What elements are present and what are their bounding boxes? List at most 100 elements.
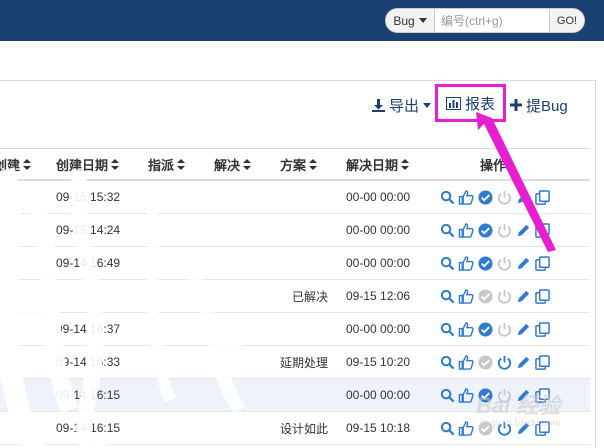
confirm-button[interactable] (457, 320, 475, 338)
edit-button[interactable] (514, 419, 532, 437)
report-button[interactable]: 报表 (435, 84, 506, 122)
table-row[interactable]: 09-14 16:33 延期处理 09-15 10:20 (0, 346, 590, 379)
table-row[interactable]: 09-15 14:24 00-00 00:00 (0, 214, 590, 247)
view-button[interactable] (438, 221, 456, 239)
resolution-cell (274, 181, 328, 213)
created-date-cell: 09-14 16:15 (56, 388, 121, 402)
copy-icon (534, 387, 550, 403)
thumbs-up-icon (458, 321, 474, 337)
view-button[interactable] (438, 254, 456, 272)
col-resolution-label: 方案 (280, 158, 307, 173)
close-button[interactable] (495, 320, 513, 338)
check-circle-icon (477, 420, 493, 436)
confirm-button[interactable] (457, 353, 475, 371)
power-icon (497, 190, 511, 205)
resolve-button[interactable] (476, 386, 494, 404)
copy-button[interactable] (533, 320, 551, 338)
check-circle-icon (477, 288, 493, 304)
report-label: 报表 (464, 95, 495, 113)
table-row[interactable]: 09-14 16:49 00-00 00:00 (0, 247, 590, 280)
confirm-button[interactable] (457, 221, 475, 239)
close-button[interactable] (495, 419, 513, 437)
export-button[interactable]: 导出 (372, 94, 432, 116)
confirm-button[interactable] (457, 254, 475, 272)
resolve-button[interactable] (476, 353, 494, 371)
edit-button[interactable] (514, 188, 532, 206)
confirm-button[interactable] (457, 386, 475, 404)
resolution-cell: 设计如此 (279, 421, 328, 436)
search-go-button[interactable]: GO! (549, 9, 584, 32)
resolved-date-cell: 09-15 12:06 (346, 289, 411, 303)
bug-table: 创建 创建日期 指派 解决 方案 解决日期 操作 09-15 15:32 00-0… (0, 148, 590, 445)
copy-button[interactable] (533, 221, 551, 239)
resolved-date-cell: 00-00 00:00 (346, 256, 411, 270)
search-group: Bug GO! (385, 8, 585, 33)
close-button[interactable] (495, 221, 513, 239)
edit-button[interactable] (514, 287, 532, 305)
copy-button[interactable] (533, 254, 551, 272)
copy-button[interactable] (533, 353, 551, 371)
copy-button[interactable] (533, 188, 551, 206)
view-button[interactable] (438, 386, 456, 404)
sort-icon (243, 159, 252, 170)
view-button[interactable] (438, 353, 456, 371)
view-button[interactable] (438, 320, 456, 338)
power-icon (497, 322, 511, 337)
col-resolved-date[interactable]: 解决日期 (346, 149, 410, 180)
confirm-button[interactable] (457, 287, 475, 305)
resolve-button[interactable] (476, 188, 494, 206)
resolve-button[interactable] (476, 221, 494, 239)
new-bug-button[interactable]: 提Bug (510, 94, 568, 116)
view-button[interactable] (438, 188, 456, 206)
copy-icon (534, 255, 550, 271)
col-resolver[interactable]: 解决 (214, 149, 252, 180)
edit-button[interactable] (514, 254, 532, 272)
resolve-button[interactable] (476, 419, 494, 437)
copy-button[interactable] (533, 419, 551, 437)
table-row[interactable]: 09-15 15:32 00-00 00:00 (0, 181, 590, 214)
resolve-button[interactable] (476, 287, 494, 305)
close-button[interactable] (495, 353, 513, 371)
confirm-button[interactable] (457, 419, 475, 437)
copy-button[interactable] (533, 386, 551, 404)
thumbs-up-icon (458, 189, 474, 205)
col-resolver-label: 解决 (214, 158, 241, 173)
table-row[interactable]: 09-14 16:15 00-00 00:00 (0, 379, 590, 412)
view-button[interactable] (438, 287, 456, 305)
top-navbar: Bug GO! (0, 0, 604, 41)
close-button[interactable] (495, 287, 513, 305)
search-input[interactable] (435, 9, 549, 32)
table-row[interactable]: 09-14 16:37 00-00 00:00 (0, 313, 590, 346)
edit-button[interactable] (514, 221, 532, 239)
edit-button[interactable] (514, 386, 532, 404)
sort-icon (23, 159, 32, 170)
resolve-button[interactable] (476, 254, 494, 272)
search-icon (440, 190, 454, 204)
close-button[interactable] (495, 188, 513, 206)
table-row[interactable]: 09-14 16:15 设计如此 09-15 10:18 (0, 412, 590, 445)
close-button[interactable] (495, 254, 513, 272)
copy-icon (534, 321, 550, 337)
edit-button[interactable] (514, 320, 532, 338)
copy-button[interactable] (533, 287, 551, 305)
thumbs-up-icon (458, 288, 474, 304)
resolve-button[interactable] (476, 320, 494, 338)
edit-button[interactable] (514, 353, 532, 371)
col-created-date[interactable]: 创建日期 (56, 149, 120, 180)
col-creator[interactable]: 创建 (0, 149, 32, 180)
col-assigned[interactable]: 指派 (148, 149, 186, 180)
search-type-dropdown[interactable]: Bug (386, 9, 435, 32)
confirm-button[interactable] (457, 188, 475, 206)
thumbs-up-icon (458, 255, 474, 271)
created-date-cell: 09-14 16:37 (56, 322, 121, 336)
resolved-date-cell: 09-15 10:20 (346, 355, 411, 369)
view-button[interactable] (438, 419, 456, 437)
thumbs-up-icon (458, 420, 474, 436)
col-operations: 操作 (480, 158, 507, 173)
close-button[interactable] (495, 386, 513, 404)
table-body: 09-15 15:32 00-00 00:00 09-15 14:24 00-00 0… (0, 181, 590, 445)
chevron-down-icon (423, 102, 432, 108)
search-icon (440, 421, 454, 435)
table-row[interactable]: 已解决 09-15 12:06 (0, 280, 590, 313)
col-resolution[interactable]: 方案 (280, 149, 318, 180)
